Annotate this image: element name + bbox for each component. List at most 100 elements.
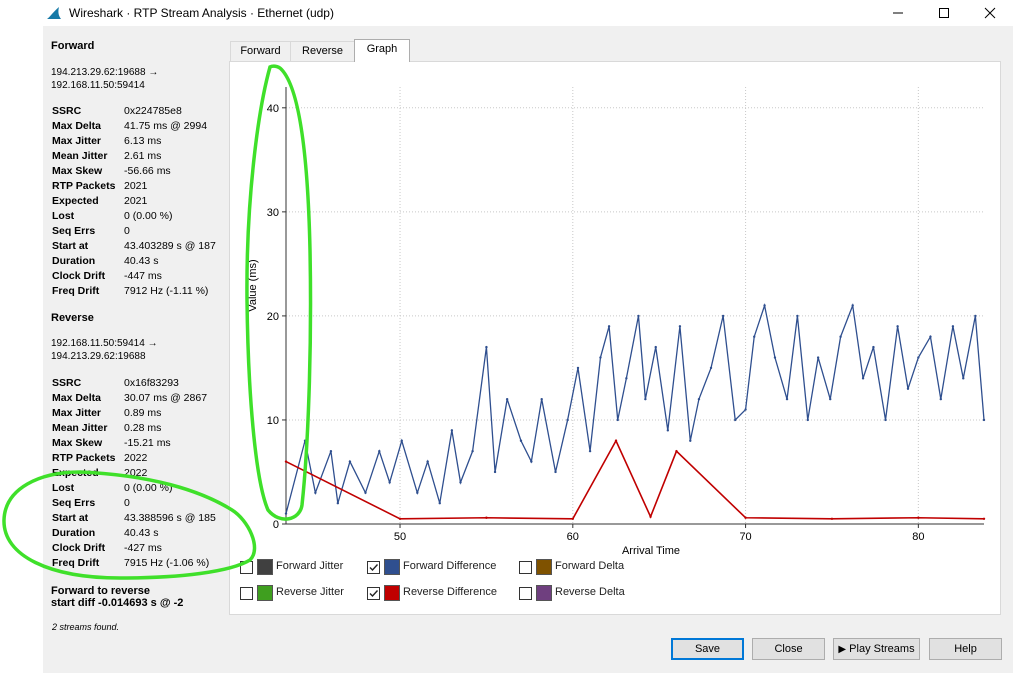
reverse-stat-key: Max Jitter bbox=[52, 406, 102, 419]
tab-reverse[interactable]: Reverse bbox=[290, 41, 355, 62]
graph-panel: 50 60 70 80 0 10 20 30 40 Arrival Time Value (ms) … bbox=[229, 61, 1001, 615]
reverse-stat-value: 2022 bbox=[124, 466, 148, 479]
reverse-difference-point bbox=[398, 517, 402, 520]
reverse-stat-row: Freq Drift 7915 Hz (-1.06 %) bbox=[52, 555, 216, 570]
forward-stat-value: 0x224785e8 bbox=[124, 104, 182, 117]
forward-difference-point bbox=[459, 481, 462, 484]
forward-difference-point bbox=[906, 387, 910, 390]
forward-difference-point bbox=[505, 397, 509, 401]
reverse-difference-point bbox=[917, 516, 920, 519]
reverse-stat-key: Start at bbox=[52, 511, 89, 524]
reverse-stat-row: Lost 0 (0.00 %) bbox=[52, 480, 216, 495]
reverse-stat-key: Clock Drift bbox=[52, 541, 106, 554]
forward-difference-point bbox=[974, 314, 977, 318]
forward-stat-key: Max Skew bbox=[52, 164, 103, 177]
forward-stat-row: Duration 40.43 s bbox=[52, 253, 216, 268]
forward-difference-point bbox=[654, 345, 657, 349]
reverse-stat-key: Freq Drift bbox=[52, 556, 100, 569]
forward-difference-checkbox[interactable] bbox=[367, 561, 380, 574]
reverse-stat-value: 0 bbox=[124, 496, 130, 509]
forward-stat-row: Freq Drift 7912 Hz (-1.11 %) bbox=[52, 283, 216, 298]
forward-difference-point bbox=[540, 397, 543, 401]
reverse-stat-value: 43.388596 s @ 185 bbox=[124, 511, 216, 524]
forward-stat-key: Start at bbox=[52, 239, 89, 252]
forward-stat-key: Expected bbox=[52, 194, 99, 207]
forward-difference-point bbox=[744, 408, 747, 411]
reverse-jitter-checkbox[interactable] bbox=[240, 587, 253, 600]
forward-stat-row: Max Skew -56.66 ms bbox=[52, 163, 216, 178]
reverse-stat-key: Mean Jitter bbox=[52, 421, 108, 434]
forward-delta-checkbox[interactable] bbox=[519, 561, 532, 574]
reverse-difference-point bbox=[675, 449, 678, 453]
reverse-difference-point bbox=[571, 517, 575, 520]
forward-difference-point bbox=[314, 491, 317, 494]
reverse-stat-value: -427 ms bbox=[124, 541, 162, 554]
reverse-stat-value: 0.89 ms bbox=[124, 406, 162, 419]
reverse-stat-key: Lost bbox=[52, 481, 75, 494]
forward-difference-point bbox=[773, 356, 777, 359]
reverse-stat-row: Mean Jitter 0.28 ms bbox=[52, 420, 216, 435]
forward-difference-point bbox=[796, 314, 799, 318]
forward-stat-value: 43.403289 s @ 187 bbox=[124, 239, 216, 252]
forward-difference-point bbox=[576, 366, 580, 370]
reverse-delta-checkbox[interactable] bbox=[519, 587, 532, 600]
start-diff-line-2: start diff -0.014693 s @ -2 bbox=[51, 597, 184, 609]
forward-stat-row: Lost 0 (0.00 %) bbox=[52, 208, 216, 223]
y-tick-label: 0 bbox=[273, 519, 279, 531]
forward-delta-swatch bbox=[536, 559, 552, 575]
forward-difference-point bbox=[678, 325, 682, 328]
help-button[interactable]: Help bbox=[929, 638, 1002, 660]
forward-difference-point bbox=[839, 335, 842, 338]
forward-difference-point bbox=[689, 439, 692, 442]
play-icon: ▶ bbox=[838, 644, 847, 655]
forward-stat-row: Clock Drift -447 ms bbox=[52, 268, 216, 283]
play-streams-button[interactable]: ▶ Play Streams bbox=[833, 638, 920, 660]
maximize-button[interactable] bbox=[921, 0, 967, 26]
forward-stat-value: 2.61 ms bbox=[124, 149, 162, 162]
window-title: Wireshark · RTP Stream Analysis · Ethern… bbox=[69, 6, 334, 20]
forward-stat-row: Max Jitter 6.13 ms bbox=[52, 133, 216, 148]
tab-graph[interactable]: Graph bbox=[354, 39, 410, 62]
forward-difference-label: Forward Difference bbox=[403, 560, 497, 572]
reverse-stat-value: 30.07 ms @ 2867 bbox=[124, 391, 208, 404]
forward-difference-point bbox=[939, 397, 943, 401]
forward-jitter-label: Forward Jitter bbox=[276, 560, 344, 572]
reverse-addr-2: 194.213.29.62:19688 bbox=[51, 351, 146, 362]
wireshark-fin-icon bbox=[47, 7, 61, 19]
forward-difference-point bbox=[666, 429, 670, 432]
forward-difference-point bbox=[329, 449, 333, 453]
close-button[interactable]: Close bbox=[752, 638, 825, 660]
x-tick-label: 60 bbox=[567, 531, 579, 543]
reverse-stat-value: 7915 Hz (-1.06 %) bbox=[124, 556, 210, 569]
reverse-stat-key: SSRC bbox=[52, 376, 82, 389]
reverse-difference-checkbox[interactable] bbox=[367, 587, 380, 600]
reverse-stat-key: Duration bbox=[52, 526, 96, 539]
forward-difference-point bbox=[416, 491, 419, 494]
forward-stat-key: Max Jitter bbox=[52, 134, 102, 147]
forward-difference-point bbox=[554, 470, 557, 474]
forward-jitter-checkbox[interactable] bbox=[240, 561, 253, 574]
save-button[interactable]: Save bbox=[671, 638, 744, 660]
minimize-button[interactable] bbox=[875, 0, 921, 26]
close-window-button[interactable] bbox=[967, 0, 1013, 26]
tab-forward[interactable]: Forward bbox=[230, 41, 291, 62]
rtp-graph[interactable]: 50 60 70 80 0 10 20 30 40 Arrival Time Value (ms) bbox=[240, 77, 1000, 577]
forward-difference-point bbox=[566, 418, 569, 422]
minimize-icon bbox=[893, 12, 903, 14]
forward-addr-1: 194.213.29.62:19688 → bbox=[51, 67, 159, 78]
maximize-icon bbox=[939, 8, 949, 18]
reverse-difference-label: Reverse Difference bbox=[403, 586, 497, 598]
forward-difference-point bbox=[303, 439, 307, 442]
reverse-stat-row: Max Jitter 0.89 ms bbox=[52, 405, 216, 420]
forward-difference-point bbox=[471, 449, 474, 453]
forward-difference-point bbox=[616, 418, 619, 422]
forward-stat-key: SSRC bbox=[52, 104, 82, 117]
forward-difference-point bbox=[763, 304, 766, 307]
reverse-delta-swatch bbox=[536, 585, 552, 601]
forward-difference-point bbox=[929, 335, 932, 338]
reverse-stat-key: Max Delta bbox=[52, 391, 102, 404]
forward-stat-row: Mean Jitter 2.61 ms bbox=[52, 148, 216, 163]
x-tick-label: 80 bbox=[912, 531, 924, 543]
forward-difference-point bbox=[982, 418, 986, 422]
forward-difference-point bbox=[625, 377, 628, 380]
